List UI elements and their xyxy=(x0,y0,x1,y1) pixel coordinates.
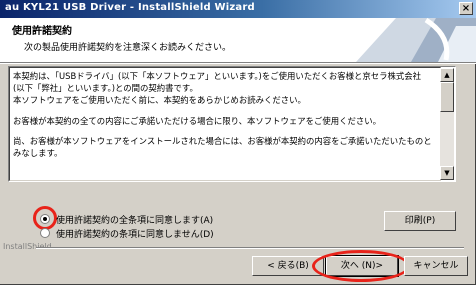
arrow-up-icon: ▲ xyxy=(444,71,450,79)
print-button[interactable]: 印刷(P) xyxy=(384,211,456,231)
highlight-circle-next xyxy=(312,250,410,282)
license-line: みなします。 xyxy=(13,148,63,159)
installshield-divider xyxy=(36,247,464,249)
accept-label-text: 使用許諾契約の全条項に同意します(A) xyxy=(56,216,214,226)
license-line: お客様が本契約の全ての内容にご承諾いただける場合に限り、本ソフトウェアをご使用く… xyxy=(13,115,381,126)
cancel-button[interactable]: キャンセル xyxy=(404,256,468,276)
accept-radio-label[interactable]: 使用許諾契約の全条項に同意します(A) xyxy=(56,213,213,226)
license-line: 本契約は、「USBドライバ」(以下「本ソフトウェア」といいます。)をご使用いただ… xyxy=(13,71,421,81)
installshield-banner-icon xyxy=(356,18,476,62)
title-bar: au KYL21 USB Driver - InstallShield Wiza… xyxy=(0,0,476,18)
decline-label-text: 使用許諾契約の条項に同意しません(D) xyxy=(56,230,214,240)
window-title: au KYL21 USB Driver - InstallShield Wiza… xyxy=(5,2,255,13)
license-textbox[interactable]: 本契約は、「USBドライバ」(以下「本ソフトウェア」といいます。)をご使用いただ… xyxy=(8,66,456,182)
installer-window: au KYL21 USB Driver - InstallShield Wiza… xyxy=(0,0,476,285)
header-title: 使用許諾契約 xyxy=(12,26,72,37)
license-text: 本契約は、「USBドライバ」(以下「本ソフトウェア」といいます。)をご使用いただ… xyxy=(9,67,441,181)
decline-radio[interactable] xyxy=(40,228,50,238)
vertical-scrollbar[interactable]: ▲ ▼ xyxy=(440,68,454,180)
scroll-thumb[interactable] xyxy=(440,82,454,112)
license-line: (以下「弊社」といいます。)との間の契約書です。 xyxy=(13,83,198,94)
license-line: 本ソフトウェアをご使用いただく前に、本契約をあらかじめお読みください。 xyxy=(13,95,306,106)
arrow-down-icon: ▼ xyxy=(444,169,450,177)
wizard-header: 使用許諾契約 次の製品使用許諾契約を注意深くお読みください。 xyxy=(0,18,476,63)
license-line: 尚、お客様が本ソフトウェアをインストールされた場合には、お客様が本契約の内容をご… xyxy=(13,135,432,146)
close-icon: × xyxy=(461,3,471,14)
scroll-up-button[interactable]: ▲ xyxy=(440,68,454,82)
highlight-circle-accept xyxy=(33,206,57,230)
decline-radio-label[interactable]: 使用許諾契約の条項に同意しません(D) xyxy=(56,227,214,240)
scroll-down-button[interactable]: ▼ xyxy=(440,166,454,180)
header-subtitle: 次の製品使用許諾契約を注意深くお読みください。 xyxy=(24,43,232,53)
header-divider xyxy=(0,63,476,64)
close-button[interactable]: × xyxy=(459,2,473,15)
